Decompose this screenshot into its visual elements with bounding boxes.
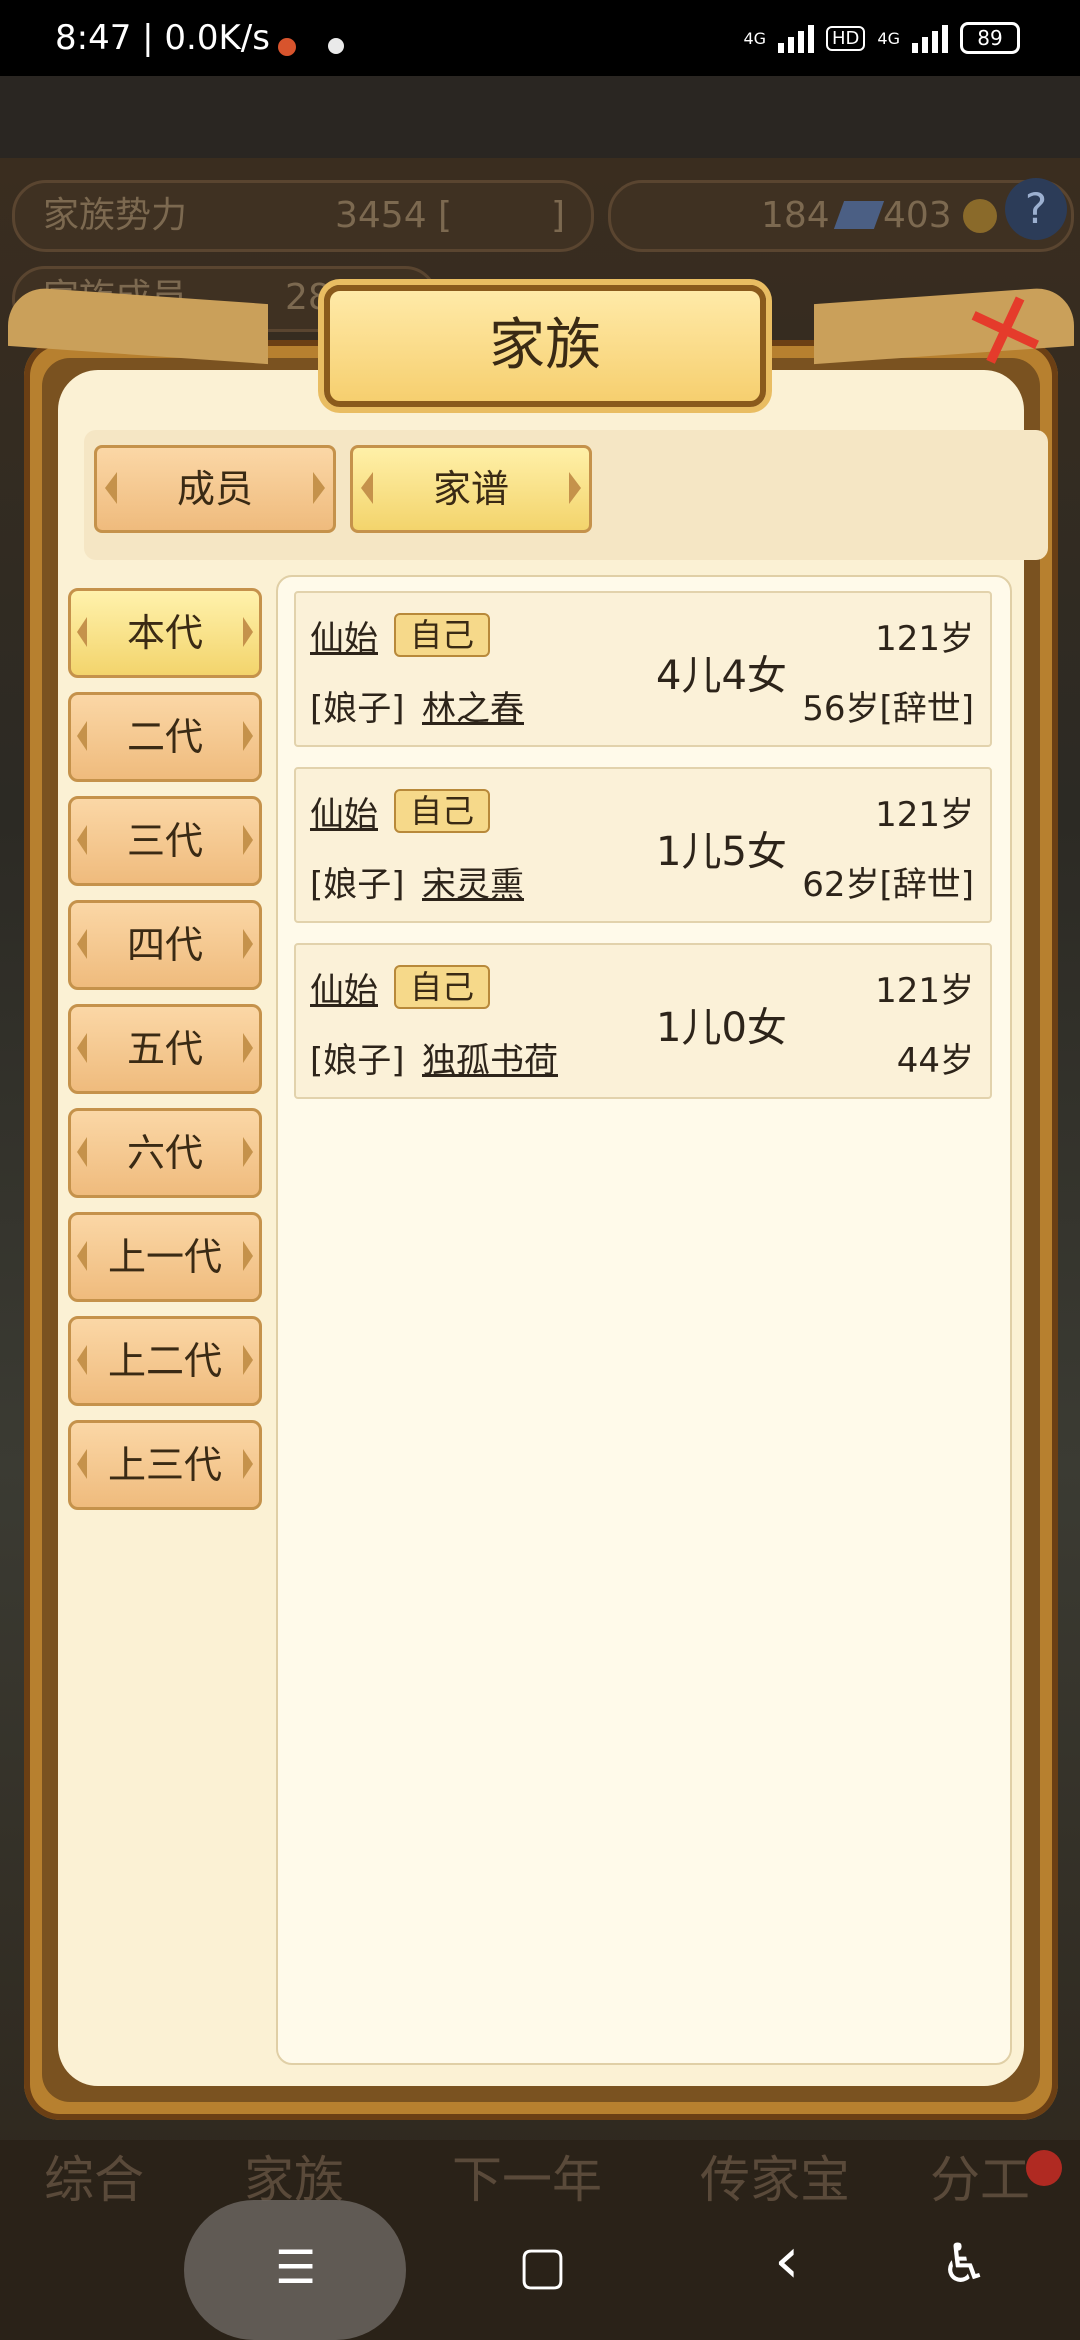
generation-item-5[interactable]: 五代 (68, 1004, 262, 1094)
clan-power-suffix: ] (551, 195, 566, 236)
hd-badge: HD (826, 25, 866, 51)
spouse-name[interactable]: 独孤书荷 (422, 1033, 558, 1082)
dialog-title: 家族 (324, 285, 766, 407)
battery-icon: 89 (960, 22, 1020, 54)
resource-b: 403 (883, 195, 952, 236)
resource-a: 184 (761, 195, 830, 236)
family-dialog: 家族 ✕ 成员 家谱 本代 二代 三代 四代 五代 六代 上一代 上二代 上三代… (8, 266, 1074, 2120)
home-icon[interactable]: ▢ (518, 2236, 567, 2296)
status-icons: 4G HD 4G 89 (743, 22, 1020, 54)
member-name[interactable]: 仙始 (310, 787, 378, 836)
generation-item-4[interactable]: 四代 (68, 900, 262, 990)
clan-power-bar: 家族势力 3454 [ ] (12, 180, 594, 252)
silver-icon (833, 201, 885, 229)
signal-icon (778, 23, 815, 53)
generation-item-prev-3[interactable]: 上三代 (68, 1420, 262, 1510)
self-badge: 自己 (394, 613, 491, 657)
spouse-age: 56岁[辞世] (802, 689, 974, 729)
menu-icon[interactable]: ☰ (275, 2240, 316, 2294)
generation-item-prev-2[interactable]: 上二代 (68, 1316, 262, 1406)
spouse-prefix: [娘子] (310, 865, 405, 905)
notification-dot-icon (328, 38, 344, 54)
tab-members[interactable]: 成员 (94, 445, 336, 533)
list-item[interactable]: 仙始 自己 [娘子] 林之春 4儿4女 121岁 56岁[辞世] (294, 591, 992, 747)
spouse-age: 44岁 (896, 1041, 974, 1081)
children-count: 1儿5女 (656, 829, 787, 875)
status-bar: 8:47 | 0.0K/s 4G HD 4G 89 (0, 0, 1080, 76)
generation-item-2[interactable]: 二代 (68, 692, 262, 782)
network-label: 4G (743, 28, 767, 48)
self-badge: 自己 (394, 789, 491, 833)
red-dot-icon (1026, 2150, 1062, 2186)
notification-icon (278, 38, 296, 56)
spouse-name[interactable]: 林之春 (422, 681, 524, 730)
children-count: 1儿0女 (656, 1005, 787, 1051)
list-item[interactable]: 仙始 自己 [娘子] 宋灵熏 1儿5女 121岁 62岁[辞世] (294, 767, 992, 923)
help-icon[interactable]: ? (1005, 178, 1067, 240)
member-name[interactable]: 仙始 (310, 963, 378, 1012)
member-age: 121岁 (875, 795, 974, 835)
generation-item-prev-1[interactable]: 上一代 (68, 1212, 262, 1302)
tab-bar: 成员 家谱 (84, 430, 1048, 560)
spouse-prefix: [娘子] (310, 1041, 405, 1081)
top-band (0, 76, 1080, 158)
clan-power-value: 3454 [ (335, 195, 453, 236)
family-record-list: 仙始 自己 [娘子] 林之春 4儿4女 121岁 56岁[辞世] 仙始 自己 [… (276, 575, 1012, 2065)
signal-icon-2 (912, 23, 948, 53)
coin-icon (963, 199, 997, 233)
spouse-name[interactable]: 宋灵熏 (422, 857, 524, 906)
system-nav-bar: ☰ ▢ ‹ ♿ (0, 2200, 1080, 2340)
member-age: 121岁 (875, 971, 974, 1011)
self-badge: 自己 (394, 965, 491, 1009)
generation-item-current[interactable]: 本代 (68, 588, 262, 678)
network-label-2: 4G (877, 28, 900, 48)
children-count: 4儿4女 (656, 653, 787, 699)
back-icon[interactable]: ‹ (774, 2224, 800, 2298)
spouse-age: 62岁[辞世] (802, 865, 974, 905)
list-item[interactable]: 仙始 自己 [娘子] 独孤书荷 1儿0女 121岁 44岁 (294, 943, 992, 1099)
accessibility-icon[interactable]: ♿ (940, 2232, 988, 2295)
status-time: 8:47 | 0.0K/s (55, 18, 270, 58)
resource-bar: 184 403 (608, 180, 1074, 252)
spouse-prefix: [娘子] (310, 689, 405, 729)
tab-family-tree[interactable]: 家谱 (350, 445, 592, 533)
member-age: 121岁 (875, 619, 974, 659)
clan-power-label: 家族势力 (43, 195, 188, 236)
generation-item-3[interactable]: 三代 (68, 796, 262, 886)
generation-item-6[interactable]: 六代 (68, 1108, 262, 1198)
member-name[interactable]: 仙始 (310, 611, 378, 660)
